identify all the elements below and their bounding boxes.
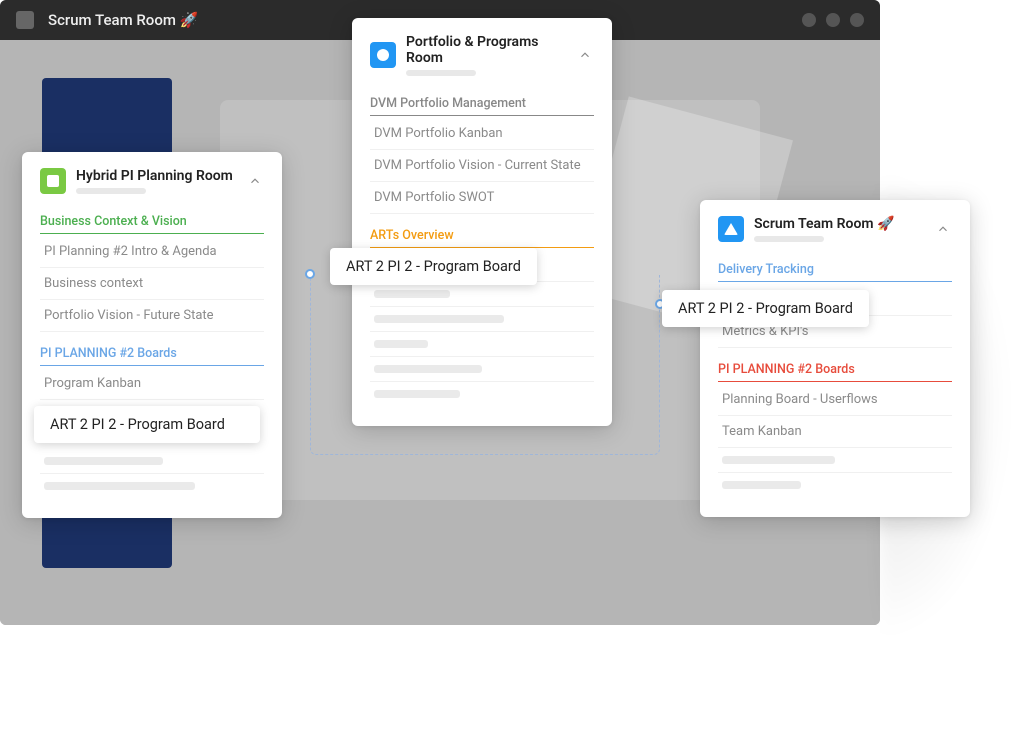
list-item[interactable] — [370, 332, 594, 357]
room-icon — [718, 216, 744, 242]
highlighted-board-chip[interactable]: ART 2 PI 2 - Program Board — [34, 406, 260, 443]
list-item[interactable]: PI Planning #2 Intro & Agenda — [40, 236, 264, 268]
list-item[interactable] — [370, 382, 594, 406]
list-item[interactable] — [370, 307, 594, 332]
list-item[interactable]: Portfolio Vision - Future State — [40, 300, 264, 332]
item-label: Team Kanban — [722, 424, 802, 439]
section-label: PI PLANNING #2 Boards — [40, 346, 264, 366]
list-item[interactable]: DVM Portfolio Kanban — [370, 118, 594, 150]
skeleton-bar — [76, 188, 146, 194]
window-title: Scrum Team Room 🚀 — [48, 11, 198, 29]
item-label: ART 2 PI 2 - Program Board — [346, 258, 521, 275]
list-item[interactable]: Program Kanban — [40, 368, 264, 400]
list-item[interactable]: Team Kanban — [718, 416, 952, 448]
panel-portfolio-programs[interactable]: Portfolio & Programs Room DVM Portfolio … — [352, 18, 612, 426]
item-label: Planning Board - Userflows — [722, 392, 878, 407]
list-item-highlighted[interactable]: ART 2 PI 2 - Program Board — [40, 406, 264, 443]
connector-dot — [305, 269, 315, 279]
list-item[interactable]: Business context — [40, 268, 264, 300]
section-label: DVM Portfolio Management — [370, 96, 594, 116]
list-item[interactable] — [370, 357, 594, 382]
list-item[interactable]: Planning Board - Userflows — [718, 384, 952, 416]
room-icon — [40, 168, 66, 194]
section-label: ARTs Overview — [370, 228, 594, 248]
list-item[interactable] — [718, 448, 952, 473]
item-label: DVM Portfolio Vision - Current State — [374, 158, 581, 173]
panel-title: Scrum Team Room 🚀 — [754, 216, 924, 232]
window-controls — [802, 13, 864, 27]
item-label: ART 2 PI 2 - Program Board — [50, 416, 225, 433]
highlighted-board-chip[interactable]: ART 2 PI 2 - Program Board — [662, 290, 869, 327]
panel-scrum-team[interactable]: Scrum Team Room 🚀 Delivery Tracking Jira… — [700, 200, 970, 517]
item-label: Business context — [44, 276, 143, 291]
app-icon — [16, 11, 34, 29]
chevron-up-icon[interactable] — [246, 172, 264, 190]
list-item[interactable] — [40, 474, 264, 498]
skeleton-bar — [754, 236, 824, 242]
item-label: DVM Portfolio SWOT — [374, 190, 494, 205]
chevron-up-icon[interactable] — [576, 46, 594, 64]
highlighted-board-chip[interactable]: ART 2 PI 2 - Program Board — [330, 248, 537, 285]
window-control-dot[interactable] — [850, 13, 864, 27]
window-control-dot[interactable] — [802, 13, 816, 27]
item-label: Portfolio Vision - Future State — [44, 308, 214, 323]
chevron-up-icon[interactable] — [934, 220, 952, 238]
room-icon — [370, 42, 396, 68]
list-item[interactable]: DVM Portfolio SWOT — [370, 182, 594, 214]
item-label: Program Kanban — [44, 376, 141, 391]
panel-title: Portfolio & Programs Room — [406, 34, 566, 66]
item-label: ART 2 PI 2 - Program Board — [678, 300, 853, 317]
window-control-dot[interactable] — [826, 13, 840, 27]
item-label: DVM Portfolio Kanban — [374, 126, 503, 141]
list-item[interactable] — [718, 473, 952, 497]
section-label: Delivery Tracking — [718, 262, 952, 282]
list-item[interactable] — [40, 449, 264, 474]
list-item[interactable]: DVM Portfolio Vision - Current State — [370, 150, 594, 182]
skeleton-bar — [406, 70, 476, 76]
panel-hybrid-pi-planning[interactable]: Hybrid PI Planning Room Business Context… — [22, 152, 282, 518]
item-label: PI Planning #2 Intro & Agenda — [44, 244, 217, 259]
section-label: Business Context & Vision — [40, 214, 264, 234]
list-item[interactable] — [370, 282, 594, 307]
panel-title: Hybrid PI Planning Room — [76, 168, 236, 184]
section-label: PI PLANNING #2 Boards — [718, 362, 952, 382]
